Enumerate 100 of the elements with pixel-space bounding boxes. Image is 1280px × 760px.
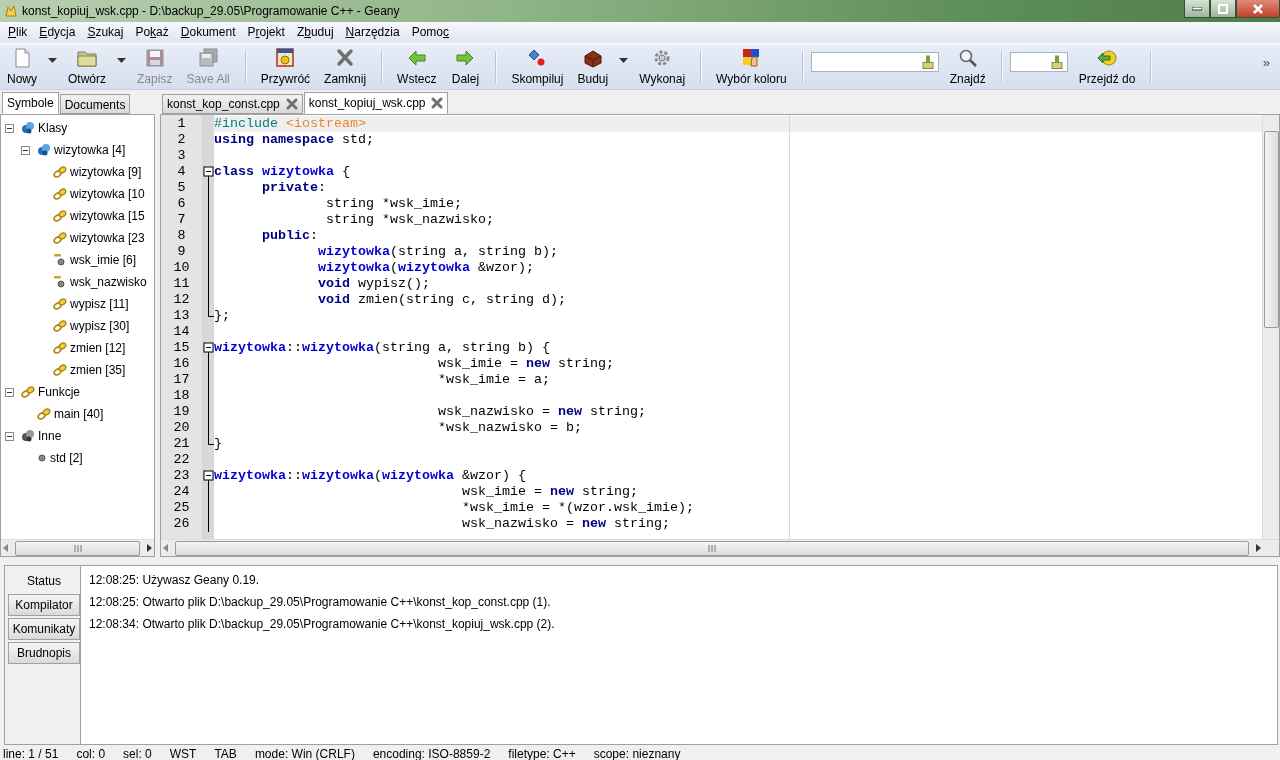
tree-item[interactable]: Funkcje bbox=[38, 385, 81, 399]
menu-item[interactable]: Dokument bbox=[174, 25, 242, 39]
toolbar-button[interactable]: Wykonaj bbox=[632, 45, 693, 89]
overflow-button[interactable]: » bbox=[1252, 54, 1280, 80]
line-number: 7 bbox=[176, 212, 187, 228]
line-number: 14 bbox=[172, 324, 191, 340]
tree-item[interactable]: zmien [12] bbox=[70, 341, 126, 355]
tree-item[interactable]: std [2] bbox=[50, 451, 83, 465]
collapse-icon[interactable] bbox=[21, 145, 30, 155]
scroll-right-icon[interactable] bbox=[144, 543, 154, 553]
tree-item[interactable]: wizytowka [23 bbox=[70, 231, 145, 245]
status-item: col: 0 bbox=[76, 747, 106, 760]
status-item: scope: nieznany bbox=[593, 747, 681, 760]
tree-item[interactable]: wizytowka [15 bbox=[70, 209, 145, 223]
toolbar-button[interactable]: Wstecz bbox=[390, 45, 444, 89]
scroll-right-icon[interactable] bbox=[1253, 543, 1263, 553]
tree-item[interactable]: wsk_nazwisko bbox=[70, 275, 147, 289]
line-number: 8 bbox=[176, 228, 187, 244]
toolbar-button[interactable]: Wybór koloru bbox=[709, 45, 794, 89]
toolbar-button[interactable]: Buduj bbox=[570, 45, 616, 89]
code-line: *wsk_imie = *(wzor.wsk_imie); bbox=[460, 500, 694, 516]
line-number: 17 bbox=[172, 372, 191, 388]
message-line: 12:08:25: Otwarto plik D:\backup_29.05\Programowanie C++\konst_kop_const.cpp (1). bbox=[89, 594, 552, 611]
collapse-icon[interactable] bbox=[5, 123, 14, 133]
collapse-icon[interactable] bbox=[5, 431, 14, 441]
clear-icon[interactable] bbox=[1050, 55, 1063, 69]
code-line: wsk_imie = new string; bbox=[460, 484, 638, 500]
variable-icon bbox=[53, 275, 67, 289]
fold-icon[interactable] bbox=[202, 164, 214, 180]
tab[interactable]: Documents bbox=[59, 94, 131, 114]
menu-item[interactable]: Szukaj bbox=[81, 25, 130, 39]
toolbar-button[interactable]: Zamknij bbox=[317, 45, 374, 89]
menu-item[interactable]: Edycja bbox=[33, 25, 82, 39]
status-item: sel: 0 bbox=[123, 747, 152, 760]
menu-item[interactable]: Pomoc bbox=[405, 25, 455, 39]
file-tab[interactable]: konst_kopiuj_wsk.cpp bbox=[303, 92, 449, 114]
close-icon[interactable] bbox=[431, 97, 444, 109]
fold-end-line bbox=[207, 436, 214, 445]
scroll-left-icon[interactable] bbox=[1, 543, 11, 553]
fold-icon[interactable] bbox=[202, 340, 214, 356]
tree-item[interactable]: Klasy bbox=[38, 121, 68, 135]
tree-item[interactable]: main [40] bbox=[54, 407, 104, 421]
tab[interactable]: Komunikaty bbox=[8, 618, 80, 640]
tree-item[interactable]: wizytowka [10 bbox=[70, 187, 145, 201]
class-icon bbox=[21, 121, 35, 135]
toolbar-button[interactable]: Otwórz bbox=[61, 45, 114, 89]
fold-icon[interactable] bbox=[202, 468, 214, 484]
search-field[interactable] bbox=[810, 52, 939, 72]
menu-item[interactable]: Projekt bbox=[241, 25, 291, 39]
tab[interactable]: Status bbox=[8, 570, 80, 592]
tab[interactable]: Kompilator bbox=[8, 594, 80, 616]
line-number: 19 bbox=[172, 404, 191, 420]
tree-item[interactable]: Inne bbox=[38, 429, 62, 443]
toolbar-button[interactable]: Znajdź bbox=[942, 45, 993, 89]
line-number: 16 bbox=[172, 356, 191, 372]
code-line: using namespace std; bbox=[214, 132, 374, 148]
clear-icon[interactable] bbox=[921, 55, 934, 69]
tab[interactable]: Brudnopis bbox=[8, 642, 80, 664]
code-line: public: bbox=[261, 228, 318, 244]
tree-item[interactable]: wypisz [11] bbox=[70, 297, 129, 311]
tree-item[interactable]: wypisz [30] bbox=[70, 319, 130, 333]
code-line: wizytowka(wizytowka &wzor); bbox=[316, 260, 534, 276]
toolbar-button[interactable]: Skompiluj bbox=[504, 45, 571, 89]
minimize-button[interactable] bbox=[1184, 0, 1210, 18]
tree-item[interactable]: wizytowka [9] bbox=[70, 165, 142, 179]
toolbar-button[interactable]: Przywróć bbox=[253, 45, 318, 89]
scroll-left-icon[interactable] bbox=[161, 543, 171, 553]
tree-item[interactable]: wizytowka [4] bbox=[54, 143, 126, 157]
toolbar-button[interactable]: Nowy bbox=[0, 45, 44, 89]
jump-icon bbox=[1096, 48, 1119, 68]
line-number: 21 bbox=[172, 436, 191, 452]
menu-item[interactable]: Narzędzia bbox=[339, 25, 406, 39]
menu-item[interactable]: Zbuduj bbox=[290, 25, 340, 39]
close-button[interactable] bbox=[1236, 0, 1280, 18]
code-editor[interactable] bbox=[160, 114, 1280, 557]
collapse-icon[interactable] bbox=[5, 387, 14, 397]
maximize-button[interactable] bbox=[1210, 0, 1236, 18]
toolbar-button[interactable]: Przejdź do bbox=[1071, 45, 1143, 89]
fold-end-line bbox=[207, 308, 214, 317]
menu-item[interactable]: Plik bbox=[2, 25, 34, 39]
search-field[interactable] bbox=[1009, 52, 1068, 72]
tree-item[interactable]: wsk_imie [6] bbox=[70, 253, 137, 267]
line-number: 26 bbox=[172, 516, 191, 532]
toolbar-button[interactable]: Dalej bbox=[443, 45, 488, 89]
menu-item[interactable]: Pokaż bbox=[129, 25, 175, 39]
file-tab[interactable]: konst_kop_const.cpp bbox=[162, 94, 303, 114]
tree-item[interactable]: zmien [35] bbox=[70, 363, 126, 377]
code-line: }; bbox=[214, 308, 230, 324]
line-number: 25 bbox=[172, 500, 191, 516]
tab[interactable]: Symbole bbox=[2, 92, 59, 114]
brick-icon bbox=[581, 48, 604, 68]
close-icon[interactable] bbox=[285, 98, 298, 110]
vertical-scrollbar[interactable] bbox=[1262, 115, 1279, 539]
minimize-icon bbox=[1192, 6, 1202, 11]
scroll-thumb[interactable] bbox=[15, 540, 140, 556]
class-icon bbox=[37, 143, 51, 157]
line-number: 11 bbox=[172, 276, 191, 292]
horizontal-scrollbar[interactable] bbox=[1, 539, 154, 556]
line-number: 13 bbox=[172, 308, 191, 324]
scroll-thumb[interactable] bbox=[1263, 131, 1279, 328]
